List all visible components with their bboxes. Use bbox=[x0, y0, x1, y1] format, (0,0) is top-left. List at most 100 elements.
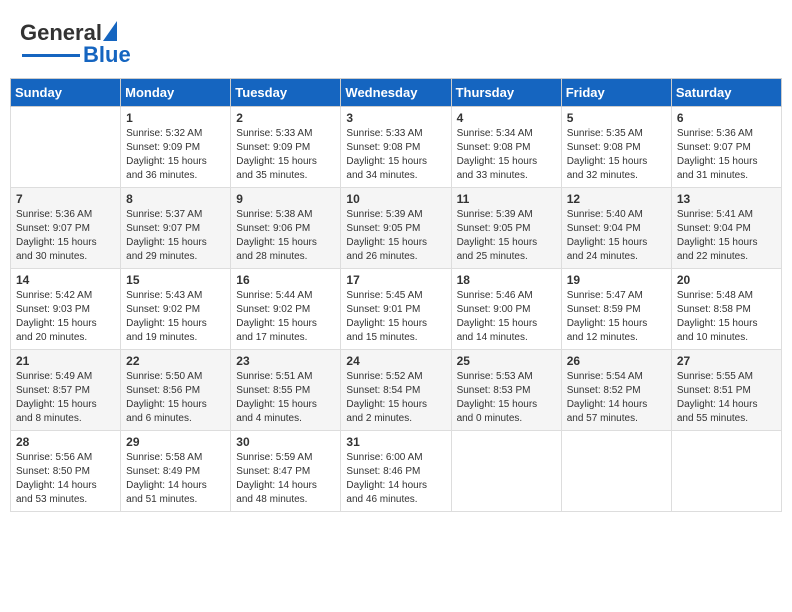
day-info: Sunrise: 5:50 AMSunset: 8:56 PMDaylight:… bbox=[126, 370, 225, 426]
day-info: Sunrise: 5:37 AMSunset: 9:07 PMDaylight:… bbox=[126, 208, 225, 264]
logo-line bbox=[22, 54, 80, 57]
day-info: Sunrise: 5:32 AMSunset: 9:09 PMDaylight:… bbox=[126, 127, 225, 183]
calendar-day-10: 10 Sunrise: 5:39 AMSunset: 9:05 PMDaylig… bbox=[341, 188, 451, 269]
day-info: Sunrise: 5:40 AMSunset: 9:04 PMDaylight:… bbox=[567, 208, 666, 264]
calendar-day-26: 26 Sunrise: 5:54 AMSunset: 8:52 PMDaylig… bbox=[561, 350, 671, 431]
day-number: 7 bbox=[16, 192, 115, 206]
empty-day-cell bbox=[561, 431, 671, 512]
calendar-day-11: 11 Sunrise: 5:39 AMSunset: 9:05 PMDaylig… bbox=[451, 188, 561, 269]
logo-triangle-icon bbox=[103, 21, 117, 41]
day-info: Sunrise: 5:44 AMSunset: 9:02 PMDaylight:… bbox=[236, 289, 335, 345]
day-number: 2 bbox=[236, 111, 335, 125]
calendar-day-28: 28 Sunrise: 5:56 AMSunset: 8:50 PMDaylig… bbox=[11, 431, 121, 512]
calendar-day-15: 15 Sunrise: 5:43 AMSunset: 9:02 PMDaylig… bbox=[121, 269, 231, 350]
day-info: Sunrise: 5:59 AMSunset: 8:47 PMDaylight:… bbox=[236, 451, 335, 507]
day-info: Sunrise: 5:52 AMSunset: 8:54 PMDaylight:… bbox=[346, 370, 445, 426]
day-number: 22 bbox=[126, 354, 225, 368]
logo-blue-text: Blue bbox=[83, 42, 131, 68]
calendar-day-31: 31 Sunrise: 6:00 AMSunset: 8:46 PMDaylig… bbox=[341, 431, 451, 512]
calendar-day-18: 18 Sunrise: 5:46 AMSunset: 9:00 PMDaylig… bbox=[451, 269, 561, 350]
day-number: 25 bbox=[457, 354, 556, 368]
day-info: Sunrise: 5:58 AMSunset: 8:49 PMDaylight:… bbox=[126, 451, 225, 507]
calendar-day-22: 22 Sunrise: 5:50 AMSunset: 8:56 PMDaylig… bbox=[121, 350, 231, 431]
calendar-table: SundayMondayTuesdayWednesdayThursdayFrid… bbox=[10, 78, 782, 512]
day-number: 20 bbox=[677, 273, 776, 287]
day-number: 8 bbox=[126, 192, 225, 206]
calendar-day-23: 23 Sunrise: 5:51 AMSunset: 8:55 PMDaylig… bbox=[231, 350, 341, 431]
day-info: Sunrise: 5:36 AMSunset: 9:07 PMDaylight:… bbox=[16, 208, 115, 264]
day-info: Sunrise: 5:41 AMSunset: 9:04 PMDaylight:… bbox=[677, 208, 776, 264]
day-info: Sunrise: 5:43 AMSunset: 9:02 PMDaylight:… bbox=[126, 289, 225, 345]
day-info: Sunrise: 5:45 AMSunset: 9:01 PMDaylight:… bbox=[346, 289, 445, 345]
day-number: 3 bbox=[346, 111, 445, 125]
calendar-day-21: 21 Sunrise: 5:49 AMSunset: 8:57 PMDaylig… bbox=[11, 350, 121, 431]
calendar-week-row: 1 Sunrise: 5:32 AMSunset: 9:09 PMDayligh… bbox=[11, 107, 782, 188]
day-info: Sunrise: 5:34 AMSunset: 9:08 PMDaylight:… bbox=[457, 127, 556, 183]
calendar-day-14: 14 Sunrise: 5:42 AMSunset: 9:03 PMDaylig… bbox=[11, 269, 121, 350]
calendar-week-row: 14 Sunrise: 5:42 AMSunset: 9:03 PMDaylig… bbox=[11, 269, 782, 350]
calendar-day-19: 19 Sunrise: 5:47 AMSunset: 8:59 PMDaylig… bbox=[561, 269, 671, 350]
day-number: 13 bbox=[677, 192, 776, 206]
weekday-header-saturday: Saturday bbox=[671, 79, 781, 107]
calendar-week-row: 28 Sunrise: 5:56 AMSunset: 8:50 PMDaylig… bbox=[11, 431, 782, 512]
calendar-day-1: 1 Sunrise: 5:32 AMSunset: 9:09 PMDayligh… bbox=[121, 107, 231, 188]
page-header: General Blue bbox=[10, 10, 782, 73]
day-number: 5 bbox=[567, 111, 666, 125]
calendar-day-13: 13 Sunrise: 5:41 AMSunset: 9:04 PMDaylig… bbox=[671, 188, 781, 269]
calendar-day-5: 5 Sunrise: 5:35 AMSunset: 9:08 PMDayligh… bbox=[561, 107, 671, 188]
day-number: 21 bbox=[16, 354, 115, 368]
day-number: 30 bbox=[236, 435, 335, 449]
calendar-week-row: 21 Sunrise: 5:49 AMSunset: 8:57 PMDaylig… bbox=[11, 350, 782, 431]
weekday-header-tuesday: Tuesday bbox=[231, 79, 341, 107]
calendar-day-4: 4 Sunrise: 5:34 AMSunset: 9:08 PMDayligh… bbox=[451, 107, 561, 188]
calendar-day-2: 2 Sunrise: 5:33 AMSunset: 9:09 PMDayligh… bbox=[231, 107, 341, 188]
calendar-day-24: 24 Sunrise: 5:52 AMSunset: 8:54 PMDaylig… bbox=[341, 350, 451, 431]
logo: General Blue bbox=[20, 20, 131, 68]
day-info: Sunrise: 5:33 AMSunset: 9:09 PMDaylight:… bbox=[236, 127, 335, 183]
day-info: Sunrise: 5:36 AMSunset: 9:07 PMDaylight:… bbox=[677, 127, 776, 183]
weekday-header-wednesday: Wednesday bbox=[341, 79, 451, 107]
calendar-day-20: 20 Sunrise: 5:48 AMSunset: 8:58 PMDaylig… bbox=[671, 269, 781, 350]
weekday-header-sunday: Sunday bbox=[11, 79, 121, 107]
day-info: Sunrise: 5:42 AMSunset: 9:03 PMDaylight:… bbox=[16, 289, 115, 345]
calendar-day-29: 29 Sunrise: 5:58 AMSunset: 8:49 PMDaylig… bbox=[121, 431, 231, 512]
day-number: 15 bbox=[126, 273, 225, 287]
weekday-header-row: SundayMondayTuesdayWednesdayThursdayFrid… bbox=[11, 79, 782, 107]
day-number: 17 bbox=[346, 273, 445, 287]
empty-day-cell bbox=[671, 431, 781, 512]
calendar-day-30: 30 Sunrise: 5:59 AMSunset: 8:47 PMDaylig… bbox=[231, 431, 341, 512]
day-number: 1 bbox=[126, 111, 225, 125]
day-info: Sunrise: 5:54 AMSunset: 8:52 PMDaylight:… bbox=[567, 370, 666, 426]
day-number: 19 bbox=[567, 273, 666, 287]
calendar-day-25: 25 Sunrise: 5:53 AMSunset: 8:53 PMDaylig… bbox=[451, 350, 561, 431]
calendar-day-3: 3 Sunrise: 5:33 AMSunset: 9:08 PMDayligh… bbox=[341, 107, 451, 188]
day-info: Sunrise: 5:51 AMSunset: 8:55 PMDaylight:… bbox=[236, 370, 335, 426]
calendar-day-17: 17 Sunrise: 5:45 AMSunset: 9:01 PMDaylig… bbox=[341, 269, 451, 350]
day-number: 9 bbox=[236, 192, 335, 206]
day-info: Sunrise: 5:49 AMSunset: 8:57 PMDaylight:… bbox=[16, 370, 115, 426]
day-number: 16 bbox=[236, 273, 335, 287]
day-info: Sunrise: 5:55 AMSunset: 8:51 PMDaylight:… bbox=[677, 370, 776, 426]
day-number: 23 bbox=[236, 354, 335, 368]
day-number: 26 bbox=[567, 354, 666, 368]
calendar-day-7: 7 Sunrise: 5:36 AMSunset: 9:07 PMDayligh… bbox=[11, 188, 121, 269]
calendar-day-12: 12 Sunrise: 5:40 AMSunset: 9:04 PMDaylig… bbox=[561, 188, 671, 269]
day-number: 27 bbox=[677, 354, 776, 368]
empty-day-cell bbox=[11, 107, 121, 188]
day-number: 12 bbox=[567, 192, 666, 206]
day-number: 11 bbox=[457, 192, 556, 206]
day-number: 24 bbox=[346, 354, 445, 368]
day-number: 4 bbox=[457, 111, 556, 125]
weekday-header-friday: Friday bbox=[561, 79, 671, 107]
empty-day-cell bbox=[451, 431, 561, 512]
day-number: 31 bbox=[346, 435, 445, 449]
calendar-day-8: 8 Sunrise: 5:37 AMSunset: 9:07 PMDayligh… bbox=[121, 188, 231, 269]
day-info: Sunrise: 5:33 AMSunset: 9:08 PMDaylight:… bbox=[346, 127, 445, 183]
day-info: Sunrise: 5:39 AMSunset: 9:05 PMDaylight:… bbox=[457, 208, 556, 264]
day-info: Sunrise: 5:39 AMSunset: 9:05 PMDaylight:… bbox=[346, 208, 445, 264]
weekday-header-thursday: Thursday bbox=[451, 79, 561, 107]
calendar-week-row: 7 Sunrise: 5:36 AMSunset: 9:07 PMDayligh… bbox=[11, 188, 782, 269]
calendar-day-16: 16 Sunrise: 5:44 AMSunset: 9:02 PMDaylig… bbox=[231, 269, 341, 350]
day-info: Sunrise: 5:38 AMSunset: 9:06 PMDaylight:… bbox=[236, 208, 335, 264]
calendar-day-9: 9 Sunrise: 5:38 AMSunset: 9:06 PMDayligh… bbox=[231, 188, 341, 269]
